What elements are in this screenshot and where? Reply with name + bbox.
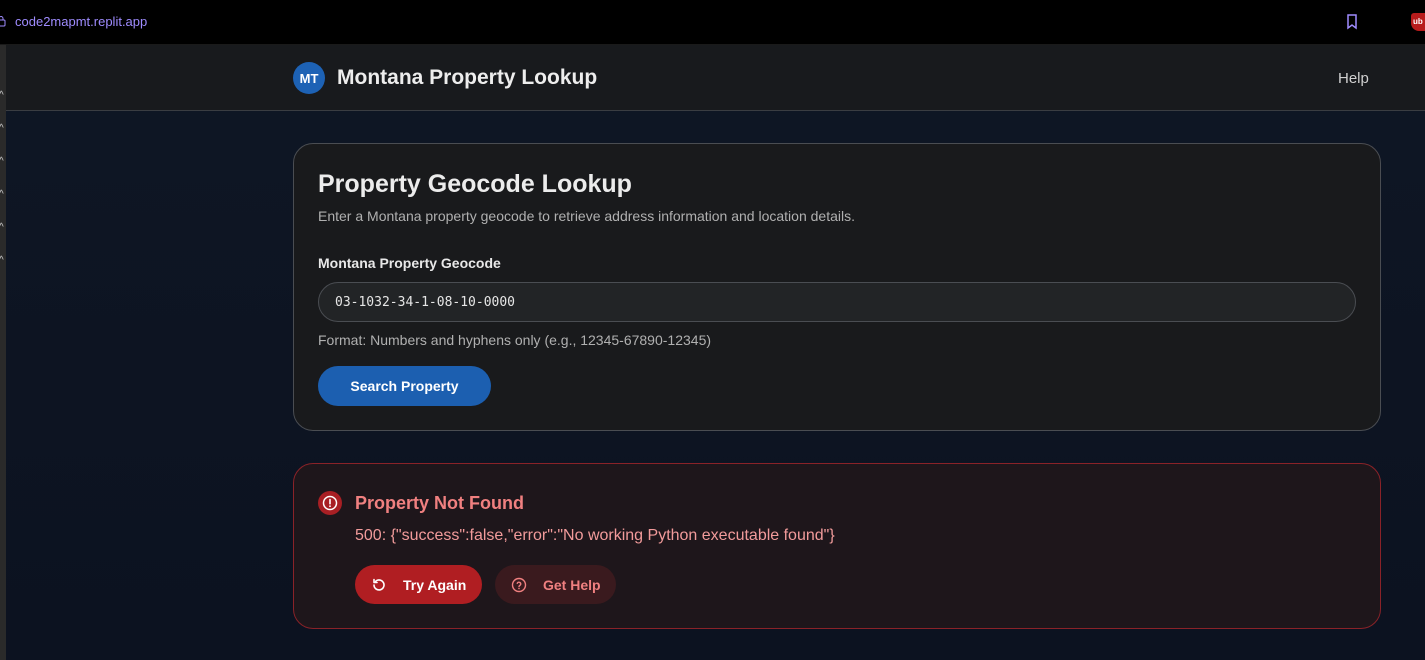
geocode-input[interactable] — [318, 282, 1356, 322]
browser-url-bar: code2mapmt.replit.app ub — [0, 0, 1425, 45]
geocode-search-card: Property Geocode Lookup Enter a Montana … — [293, 143, 1381, 431]
card-title: Property Geocode Lookup — [318, 170, 632, 198]
caret-icon: ^ — [0, 255, 4, 266]
lock-icon — [0, 16, 6, 27]
bookmark-icon[interactable] — [1346, 14, 1358, 30]
card-description: Enter a Montana property geocode to retr… — [318, 208, 855, 224]
app-header: MT Montana Property Lookup Help — [6, 45, 1425, 111]
get-help-label: Get Help — [543, 576, 601, 593]
help-link[interactable]: Help — [1338, 70, 1369, 87]
error-title: Property Not Found — [355, 493, 524, 513]
app-title: Montana Property Lookup — [337, 66, 598, 89]
try-again-button[interactable]: Try Again — [355, 565, 482, 604]
caret-icon: ^ — [0, 222, 4, 233]
get-help-button[interactable]: Get Help — [495, 565, 616, 604]
caret-icon: ^ — [0, 189, 4, 200]
caret-icon: ^ — [0, 156, 4, 167]
error-message: 500: {"success":false,"error":"No workin… — [355, 527, 835, 544]
help-circle-icon — [511, 577, 527, 592]
try-again-label: Try Again — [403, 576, 467, 593]
caret-icon: ^ — [0, 90, 4, 101]
caret-icon: ^ — [0, 123, 4, 134]
error-card: Property Not Found 500: {"success":false… — [293, 463, 1381, 629]
search-property-button[interactable]: Search Property — [318, 366, 491, 406]
geocode-field-label: Montana Property Geocode — [318, 255, 501, 271]
address-bar-url[interactable]: code2mapmt.replit.app — [15, 14, 147, 29]
rotate-ccw-icon — [373, 578, 385, 591]
alert-circle-icon — [318, 491, 342, 515]
format-hint: Format: Numbers and hyphens only (e.g., … — [318, 332, 712, 348]
app-logo: MT — [293, 62, 325, 94]
ublock-origin-icon[interactable]: ub — [1411, 13, 1425, 31]
